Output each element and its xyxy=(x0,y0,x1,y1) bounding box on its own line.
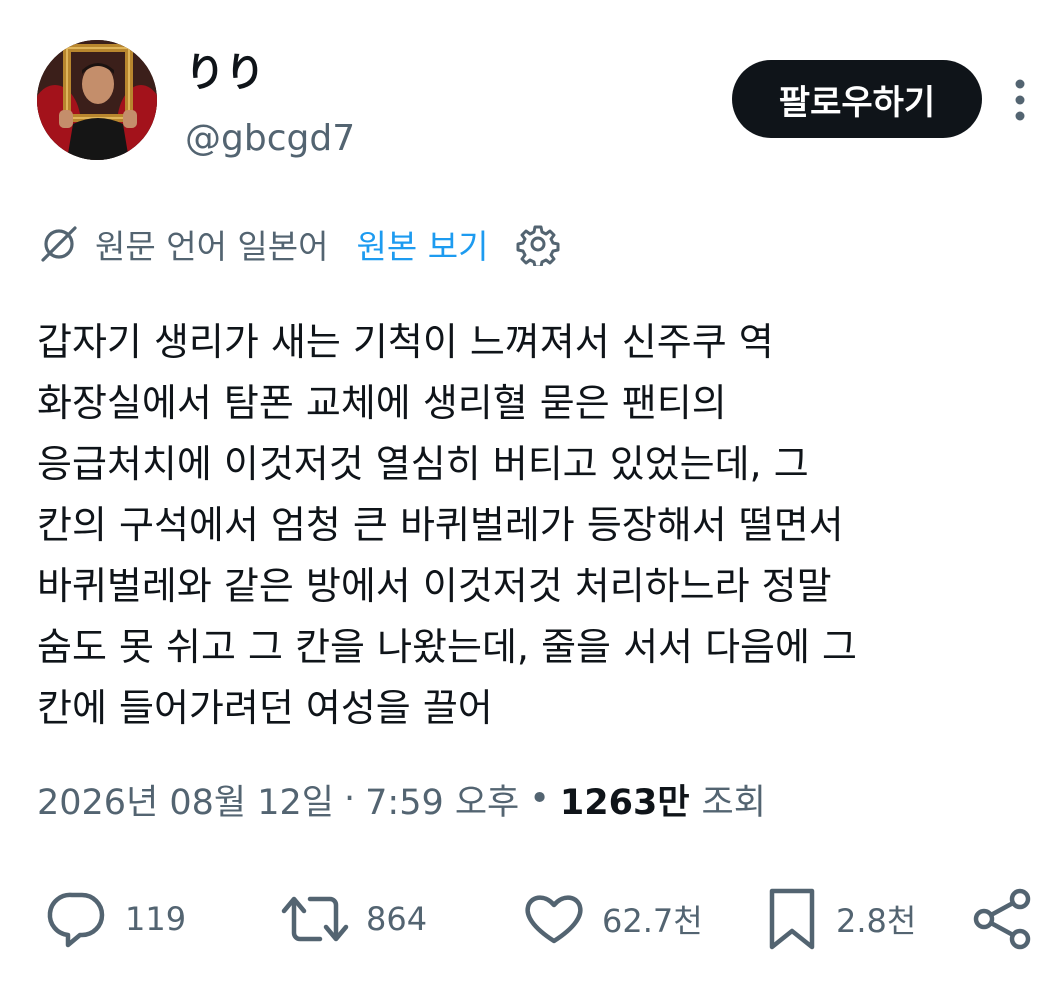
tweet-line: 숨도 못 쉬고 그 칸을 나왔는데, 줄을 서서 다음에 그 xyxy=(37,625,857,669)
like-button[interactable]: 62.7천 xyxy=(522,884,703,954)
follow-button[interactable]: 팔로우하기 xyxy=(732,60,982,138)
retweet-button[interactable]: 864 xyxy=(280,884,427,954)
heart-icon xyxy=(525,895,583,944)
bookmark-count: 2.8천 xyxy=(836,902,917,940)
bookmark-button[interactable]: 2.8천 xyxy=(764,884,916,954)
share-button[interactable] xyxy=(970,884,1036,954)
tweet-line: 바퀴벌레와 같은 방에서 이것저것 처리하느라 정말 xyxy=(37,564,832,608)
tweet-date[interactable]: 2026년 08월 12일 xyxy=(37,774,334,825)
more-vertical-icon[interactable] xyxy=(1003,76,1037,124)
meta-separator: • xyxy=(529,779,550,819)
retweet-icon xyxy=(281,896,349,942)
user-handle[interactable]: @gbcgd7 xyxy=(185,116,355,162)
tweet-line: 응급처치에 이것저것 열심히 버티고 있었는데, 그 xyxy=(37,442,809,486)
views-count[interactable]: 1263만 xyxy=(560,774,690,825)
original-language-label: 원문 언어 일본어 xyxy=(95,227,329,266)
bookmark-icon xyxy=(769,888,815,950)
translate-icon xyxy=(41,226,77,262)
retweet-count: 864 xyxy=(366,900,428,938)
show-original-link[interactable]: 원본 보기 xyxy=(357,220,489,268)
gear-icon[interactable] xyxy=(516,222,560,266)
tweet-text: 갑자기 생리가 새는 기척이 느껴져서 신주쿠 역 화장실에서 탐폰 교체에 생… xyxy=(37,312,1027,739)
translation-bar: 원문 언어 일본어 원본 보기 xyxy=(37,218,560,270)
meta-separator: · xyxy=(344,779,356,819)
reply-button[interactable]: 119 xyxy=(45,884,186,954)
share-icon xyxy=(973,888,1031,950)
tweet-line: 화장실에서 탐폰 교체에 생리혈 묻은 팬티의 xyxy=(37,381,727,425)
display-name[interactable]: りり xyxy=(185,48,265,98)
tweet-meta: 2026년 08월 12일 · 7:59 오후 • 1263만 조회 xyxy=(37,770,766,828)
tweet-line: 칸에 들어가려던 여성을 끌어 xyxy=(37,686,493,730)
reply-icon xyxy=(47,892,105,948)
tweet-line: 갑자기 생리가 새는 기척이 느껴져서 신주쿠 역 xyxy=(37,320,774,364)
like-count: 62.7천 xyxy=(602,902,703,940)
action-bar: 119 864 62.7천 2.8천 xyxy=(0,884,1054,954)
reply-count: 119 xyxy=(125,900,187,938)
tweet-line: 칸의 구석에서 엄청 큰 바퀴벌레가 등장해서 떨면서 xyxy=(37,503,844,547)
views-label: 조회 xyxy=(701,782,766,823)
avatar[interactable] xyxy=(37,40,157,160)
tweet-time[interactable]: 7:59 오후 xyxy=(365,774,519,825)
